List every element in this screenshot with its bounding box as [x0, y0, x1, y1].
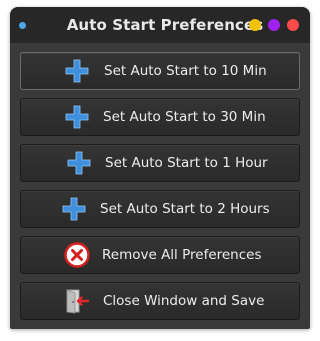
button-label: Close Window and Save [103, 293, 265, 309]
close-window-and-save-button[interactable]: Close Window and Save [20, 282, 300, 320]
plus-icon [65, 59, 89, 83]
close-button[interactable] [287, 19, 299, 31]
exit-door-icon [66, 289, 90, 314]
button-label: Set Auto Start to 10 Min [104, 63, 267, 79]
button-label: Remove All Preferences [102, 247, 262, 263]
button-label: Set Auto Start to 1 Hour [105, 155, 268, 171]
remove-icon [64, 242, 90, 268]
maximize-button[interactable] [268, 19, 280, 31]
app-window: Auto Start Preferences Set Auto Start to… [10, 7, 310, 329]
title-bar[interactable]: Auto Start Preferences [10, 7, 310, 43]
remove-all-preferences-button[interactable]: Remove All Preferences [20, 236, 300, 274]
plus-icon [62, 197, 86, 221]
set-auto-start-30-min-button[interactable]: Set Auto Start to 30 Min [20, 98, 300, 136]
minimize-button[interactable] [249, 19, 261, 31]
plus-icon [65, 105, 89, 129]
set-auto-start-2-hours-button[interactable]: Set Auto Start to 2 Hours [20, 190, 300, 228]
set-auto-start-10-min-button[interactable]: Set Auto Start to 10 Min [20, 52, 300, 90]
button-label: Set Auto Start to 2 Hours [100, 201, 270, 217]
set-auto-start-1-hour-button[interactable]: Set Auto Start to 1 Hour [20, 144, 300, 182]
plus-icon [67, 151, 91, 175]
window-title: Auto Start Preferences [66, 16, 264, 34]
button-label: Set Auto Start to 30 Min [103, 109, 266, 125]
